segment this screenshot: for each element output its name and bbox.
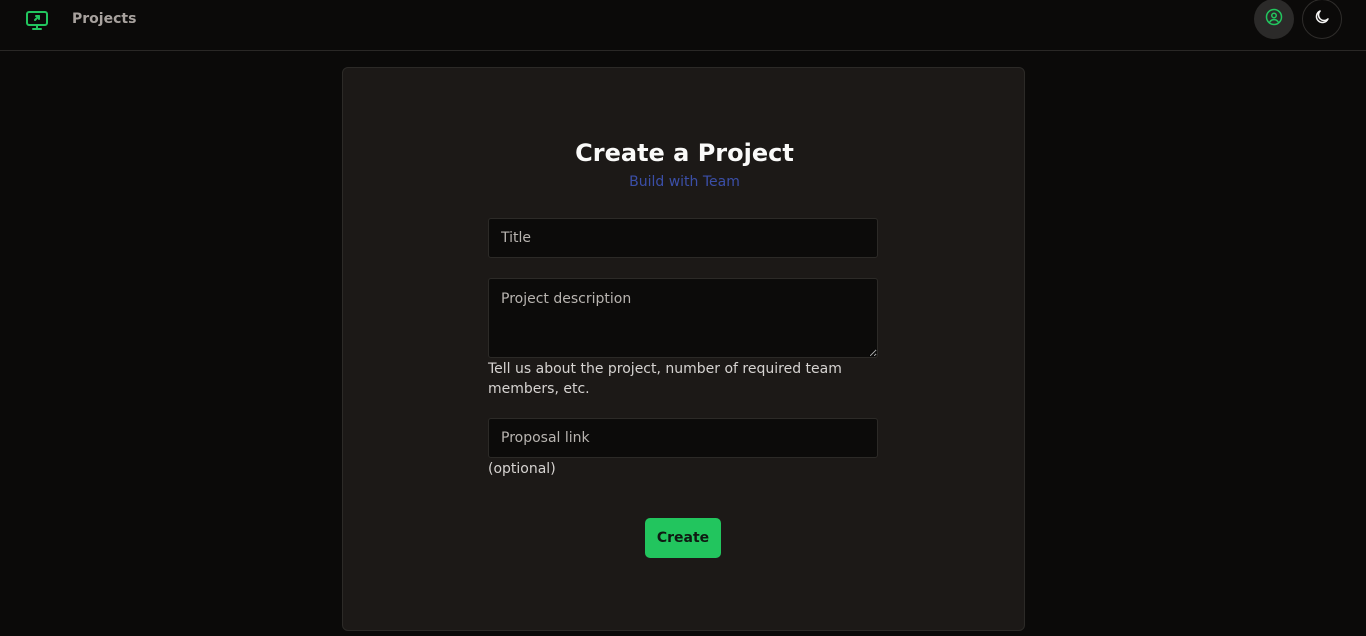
form-subtitle: Build with Team <box>629 174 740 190</box>
theme-toggle-button[interactable] <box>1302 0 1342 39</box>
description-helper-text: Tell us about the project, number of req… <box>488 361 842 397</box>
proposal-link-input[interactable] <box>488 418 878 458</box>
profile-button[interactable] <box>1254 0 1294 39</box>
create-project-card: Create a Project Build with Team Tell us… <box>342 67 1025 631</box>
user-circle-icon <box>1265 8 1283 30</box>
logo-icon[interactable] <box>24 7 49 32</box>
nav-link-projects[interactable]: Projects <box>72 10 136 28</box>
moon-icon <box>1313 8 1331 30</box>
proposal-helper-text: (optional) <box>488 461 556 477</box>
form-title: Create a Project <box>575 139 794 167</box>
title-input[interactable] <box>488 218 878 258</box>
create-button[interactable]: Create <box>645 518 721 558</box>
project-description-input[interactable] <box>488 278 878 358</box>
top-navbar: Projects <box>0 0 1366 51</box>
